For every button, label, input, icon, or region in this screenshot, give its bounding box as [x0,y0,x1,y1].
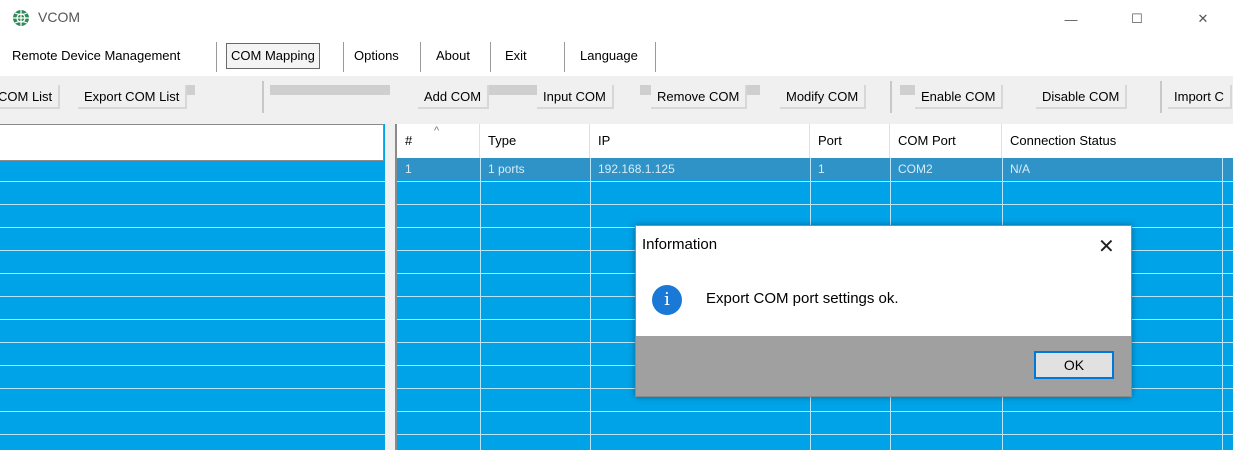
input-com-button[interactable]: Input COM [537,85,614,109]
toolbar-separator [262,81,264,113]
modify-com-button[interactable]: Modify COM [780,85,867,109]
menu-options[interactable]: Options [350,44,403,68]
close-icon: ✕ [1197,11,1209,26]
menu-separator [564,42,565,72]
dialog-title: Information [642,236,718,253]
export-com-list-button[interactable]: Export COM List [78,85,188,109]
import-com-button[interactable]: Import C [1168,85,1232,109]
cell-number: 1 [405,162,412,176]
grid-line [0,250,385,251]
menu-com-mapping[interactable]: COM Mapping [226,43,320,69]
maximize-icon: ☐ [1131,11,1143,26]
menu-separator [655,42,656,72]
ok-button[interactable]: OK [1034,351,1114,379]
minimize-button[interactable]: — [1048,0,1094,38]
title-bar: VCOM — ☐ ✕ [0,0,1233,38]
cell-ip: 192.168.1.125 [598,162,675,176]
remove-com-button[interactable]: Remove COM [651,85,748,109]
toolbar-decor [270,85,390,95]
grid-line [0,181,385,182]
menu-bar: Remote Device Management COM Mapping Opt… [0,38,1233,76]
disable-com-button[interactable]: Disable COM [1036,85,1128,109]
menu-about[interactable]: About [432,44,474,68]
menu-separator [343,42,344,72]
grid-line [0,227,385,228]
column-header-number[interactable]: # ^ [397,124,480,158]
add-com-button[interactable]: Add COM [418,85,490,109]
info-icon: i [652,285,682,315]
toolbar-separator [1160,81,1162,113]
cell-port: 1 [818,162,825,176]
grid-line [0,411,385,412]
maximize-button[interactable]: ☐ [1114,0,1160,38]
dialog-footer: OK [636,336,1131,396]
column-header-connection-status[interactable]: Connection Status [1002,124,1222,158]
minimize-icon: — [1064,11,1078,27]
dialog-message: Export COM port settings ok. [706,290,899,307]
window-close-button[interactable]: ✕ [1180,0,1226,38]
menu-separator [420,42,421,72]
dialog-close-icon[interactable]: ✕ [1098,234,1115,259]
grid-line [480,158,481,450]
cell-connection-status: N/A [1010,162,1031,176]
grid-line [0,388,385,389]
device-tree-pane[interactable] [0,124,385,450]
globe-app-icon [13,10,29,26]
grid-line [0,319,385,320]
device-tree-header [0,124,384,161]
table-row[interactable]: 1 1 ports 192.168.1.125 1 COM2 N/A [397,158,1233,180]
grid-line [0,434,385,435]
menu-remote-device-management[interactable]: Remote Device Management [8,44,184,68]
window-title: VCOM [38,9,80,25]
column-header-com-port[interactable]: COM Port [890,124,1002,158]
menu-separator [490,42,491,72]
menu-exit[interactable]: Exit [501,44,531,68]
toolbar: COM List Export COM List Add COM Input C… [0,76,1233,121]
grid-line [590,158,591,450]
pane-splitter[interactable] [385,124,395,450]
enable-com-button[interactable]: Enable COM [915,85,1004,109]
sort-up-icon: ^ [434,125,440,137]
grid-line [1222,158,1223,450]
column-header-type[interactable]: Type [480,124,590,158]
grid-line [0,365,385,366]
menu-language[interactable]: Language [576,44,642,68]
grid-line [0,296,385,297]
cell-type: 1 ports [488,162,525,176]
menu-separator [216,42,217,72]
grid-line [397,411,1233,412]
column-header-port[interactable]: Port [810,124,890,158]
toolbar-separator [890,81,892,113]
grid-line [0,204,385,205]
grid-line [397,434,1233,435]
table-header: # ^ Type IP Port COM Port Connection Sta… [397,124,1233,159]
information-dialog: Information ✕ i Export COM port settings… [635,225,1132,397]
grid-line [0,273,385,274]
com-list-button[interactable]: COM List [0,85,61,109]
grid-line [0,342,385,343]
grid-line [397,181,1233,182]
column-header-ip[interactable]: IP [590,124,810,158]
cell-com-port: COM2 [898,162,933,176]
grid-line [397,204,1233,205]
